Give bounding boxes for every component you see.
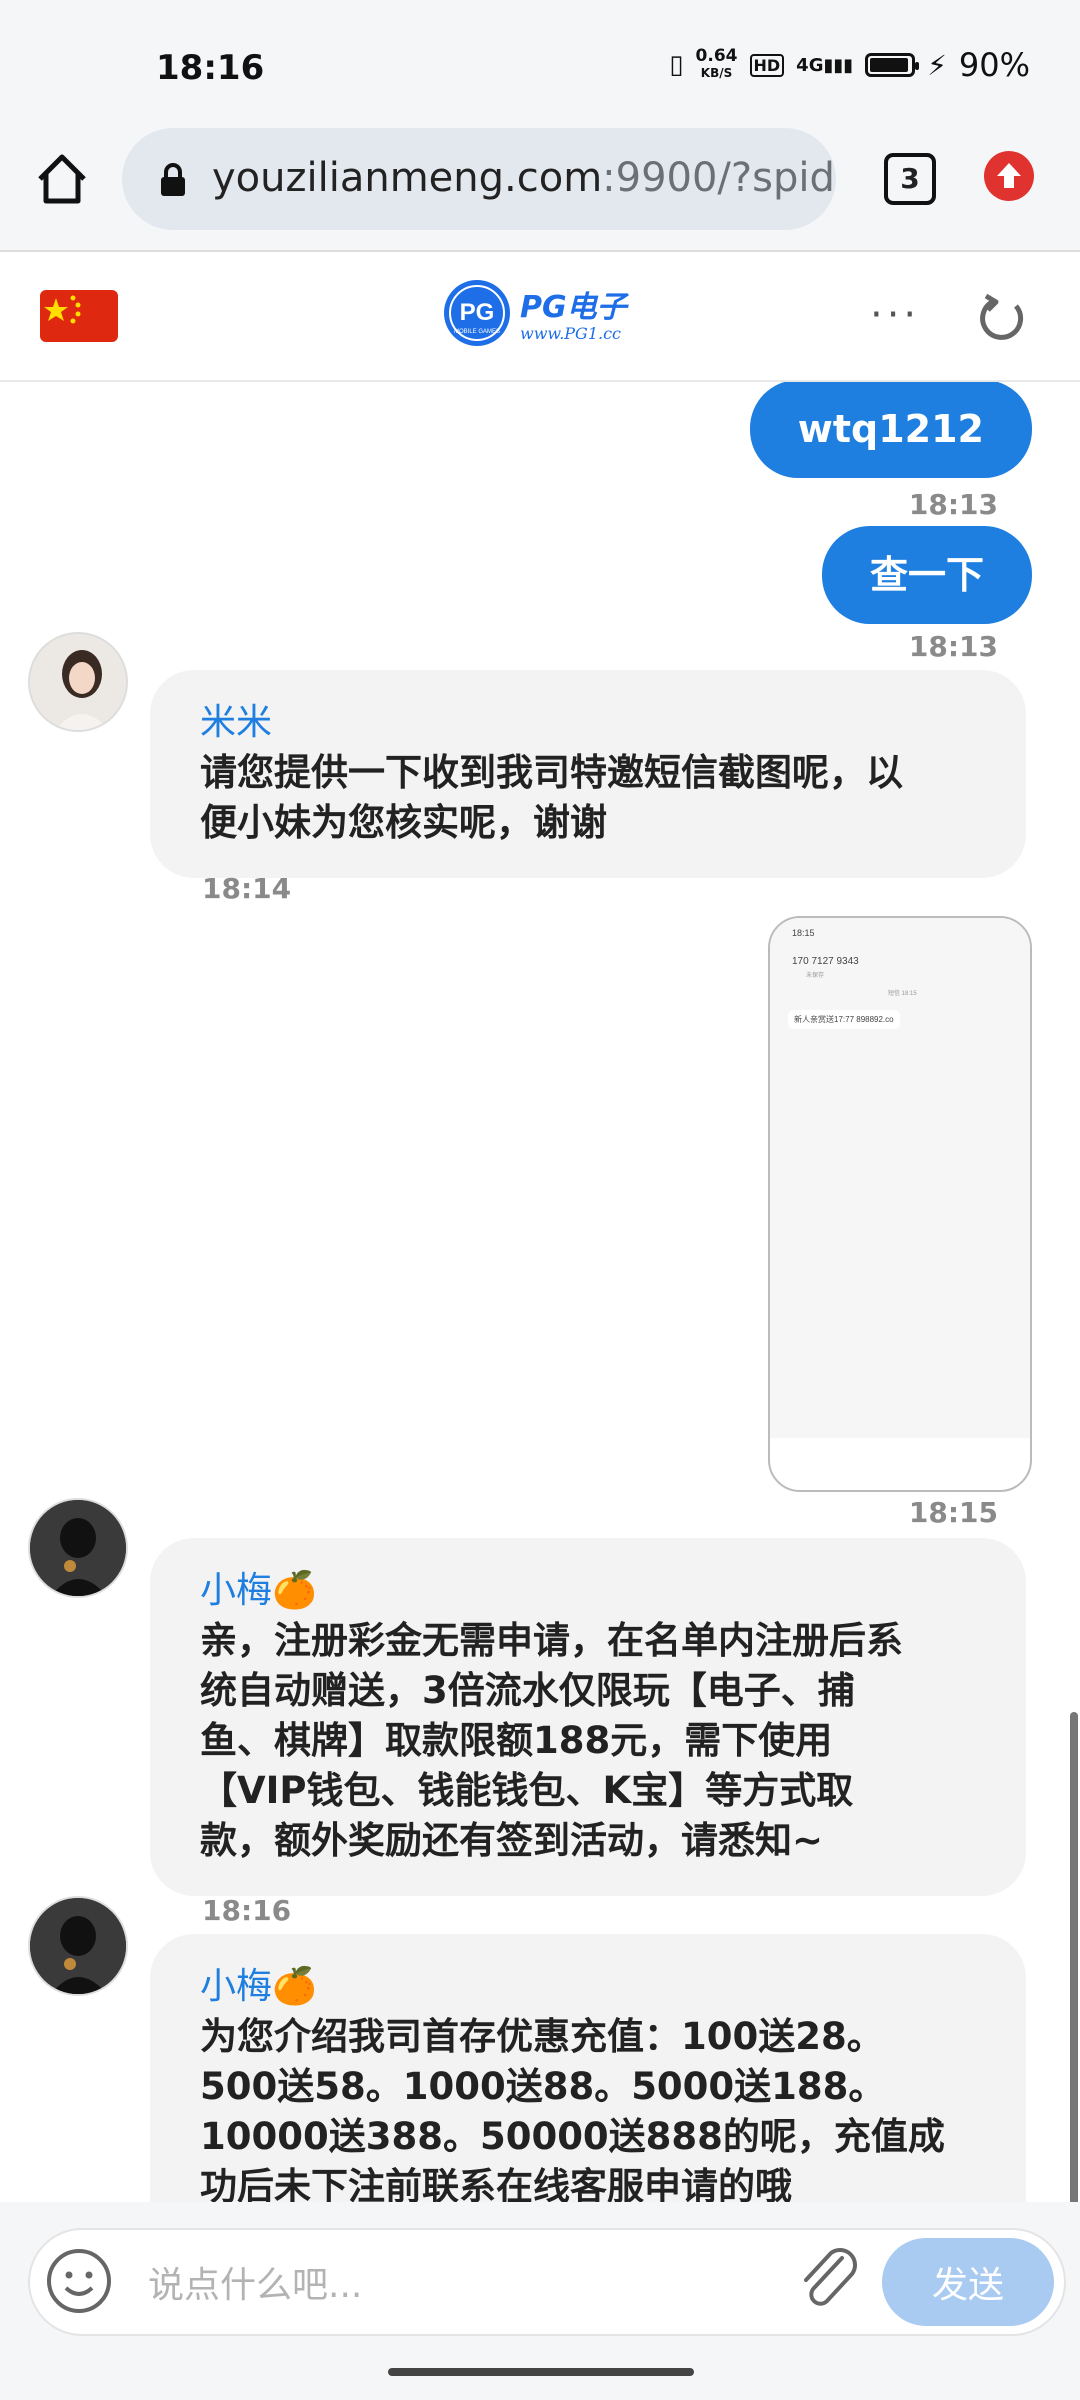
sender-name: 米米 (200, 702, 273, 743)
emoji-icon (47, 2249, 111, 2313)
logo-url: www.PG1.cc (520, 324, 622, 343)
net-speed-value: 0.64 (695, 46, 738, 66)
attach-button[interactable] (792, 2244, 864, 2320)
network-type: 4G (796, 54, 824, 76)
net-speed: 0.64 KB/S (696, 48, 738, 82)
chat-area[interactable]: wtq1212 18:13 查一下 18:13 米米 请您提供一下收到我司特邀短… (0, 382, 1080, 2202)
screenshot-sms: 新人亲赏送17:77 898892.co (788, 1010, 900, 1029)
vibrate-icon: ▯ (669, 50, 684, 80)
incoming-message: 小梅🍊 亲，注册彩金无需申请，在名单内注册后系 统自动赠送，3倍流水仅限玩【电子… (150, 1538, 1026, 1896)
image-message[interactable]: 18:15 170 7127 9343 未保存 短信 18:15 新人亲赏送17… (768, 916, 1032, 1492)
refresh-button[interactable] (976, 292, 1028, 344)
message-line: 请您提供一下收到我司特邀短信截图呢，以 (200, 751, 903, 794)
message-line: 鱼、棋牌】取款限额188元，需下使用 (200, 1719, 833, 1762)
battery-icon (865, 53, 920, 77)
paperclip-icon (804, 2248, 857, 2306)
update-button[interactable] (984, 151, 1034, 201)
battery-fill (870, 58, 909, 72)
site-header: PG MOBILE GAMES PG电子 www.PG1.cc ··· (0, 252, 1080, 382)
incoming-message: 米米 请您提供一下收到我司特邀短信截图呢，以 便小妹为您核实呢，谢谢 (150, 670, 1026, 878)
message-line: 款，额外奖励还有签到活动，请悉知~ (200, 1819, 824, 1862)
incoming-message: 小梅🍊 为您介绍我司首存优惠充值：100送28。 500送58。1000送88。… (150, 1934, 1026, 2202)
net-speed-unit: KB/S (700, 66, 733, 80)
more-button[interactable]: ··· (870, 292, 920, 338)
message-time: 18:16 (202, 1894, 292, 1927)
system-nav-bar (0, 2338, 1080, 2400)
message-line: 便小妹为您核实呢，谢谢 (200, 801, 607, 844)
sender-name: 小梅🍊 (200, 1570, 317, 1611)
message-line: 500送58。1000送88。5000送188。 (200, 2065, 886, 2108)
home-indicator[interactable] (388, 2368, 694, 2376)
china-flag-icon[interactable] (40, 290, 118, 342)
message-line: 亲，注册彩金无需申请，在名单内注册后系 (200, 1619, 903, 1662)
message-time: 18:13 (908, 630, 998, 663)
outgoing-message: wtq1212 (749, 382, 1032, 478)
refresh-icon (980, 293, 1024, 340)
sender-name: 小梅🍊 (200, 1966, 317, 2007)
message-input[interactable] (146, 2256, 790, 2314)
avatar[interactable] (28, 632, 128, 732)
message-composer: 发送 (0, 2202, 1080, 2338)
screenshot-date: 短信 18:15 (888, 991, 917, 997)
input-container: 发送 (28, 2228, 1066, 2336)
status-time: 18:16 (156, 48, 265, 88)
flag-stars (44, 295, 81, 324)
avatar-image (30, 1898, 126, 1994)
status-bar: 18:16 ▯ 0.64 KB/S HD 4G▮▮▮ ⚡ 90% (0, 0, 1080, 125)
charging-icon: ⚡ (927, 48, 947, 82)
url-text: youzilianmeng.com:9900/?spid=2 (212, 155, 836, 201)
home-button[interactable] (30, 147, 94, 211)
lock-icon (161, 163, 185, 196)
pg-logo-icon: PG MOBILE GAMES (442, 278, 512, 352)
screenshot-time: 18:15 (792, 928, 815, 938)
message-line: 10000送388。50000送888的呢，充值成 (200, 2115, 945, 2158)
avatar-image (30, 1500, 126, 1596)
message-line: 为您介绍我司首存优惠充值：100送28。 (200, 2015, 884, 2058)
arrow-up-icon (997, 163, 1021, 188)
emoji-button[interactable] (44, 2246, 114, 2316)
avatar-image (30, 634, 126, 730)
logo-text: PG电子 www.PG1.cc (520, 282, 627, 343)
logo-title: PG电子 (520, 290, 627, 325)
screenshot-sub: 未保存 (806, 973, 825, 979)
tab-switcher-button[interactable]: 3 (884, 153, 936, 205)
message-time: 18:13 (908, 488, 998, 521)
logo-mark-sub: MOBILE GAMES (454, 329, 500, 335)
avatar[interactable] (28, 1896, 128, 1996)
status-icons: ▯ 0.64 KB/S HD 4G▮▮▮ ⚡ 90% (669, 46, 1030, 84)
url-path: :9900/?spid=2 (602, 155, 836, 201)
screenshot-number: 170 7127 9343 (792, 956, 859, 967)
message-text: 亲，注册彩金无需申请，在名单内注册后系 统自动赠送，3倍流水仅限玩【电子、捕 鱼… (200, 1616, 976, 1866)
message-text: 为您介绍我司首存优惠充值：100送28。 500送58。1000送88。5000… (200, 2012, 976, 2202)
message-line: 功后未下注前联系在线客服申请的哦 (200, 2165, 792, 2202)
avatar[interactable] (28, 1498, 128, 1598)
hd-icon: HD (749, 53, 785, 77)
message-line: 【VIP钱包、钱能钱包、K宝】等方式取 (200, 1769, 854, 1812)
url-domain: youzilianmeng.com (212, 155, 603, 201)
message-line: 统自动赠送，3倍流水仅限玩【电子、捕 (200, 1669, 855, 1712)
message-time: 18:14 (202, 872, 292, 905)
signal-icon: 4G▮▮▮ (796, 54, 854, 76)
send-button[interactable]: 发送 (882, 2238, 1054, 2326)
message-time: 18:15 (908, 1496, 998, 1529)
logo-mark: PG (460, 299, 495, 326)
outgoing-message: 查一下 (821, 526, 1032, 624)
address-bar[interactable]: youzilianmeng.com:9900/?spid=2 (122, 128, 836, 230)
home-icon (38, 154, 86, 204)
scrollbar[interactable] (1070, 1712, 1078, 2202)
message-text: 请您提供一下收到我司特邀短信截图呢，以 便小妹为您核实呢，谢谢 (200, 748, 976, 848)
sms-screenshot: 18:15 170 7127 9343 未保存 短信 18:15 新人亲赏送17… (770, 918, 1030, 1438)
browser-toolbar: youzilianmeng.com:9900/?spid=2 3 (0, 125, 1080, 252)
battery-percent: 90% (958, 46, 1030, 84)
